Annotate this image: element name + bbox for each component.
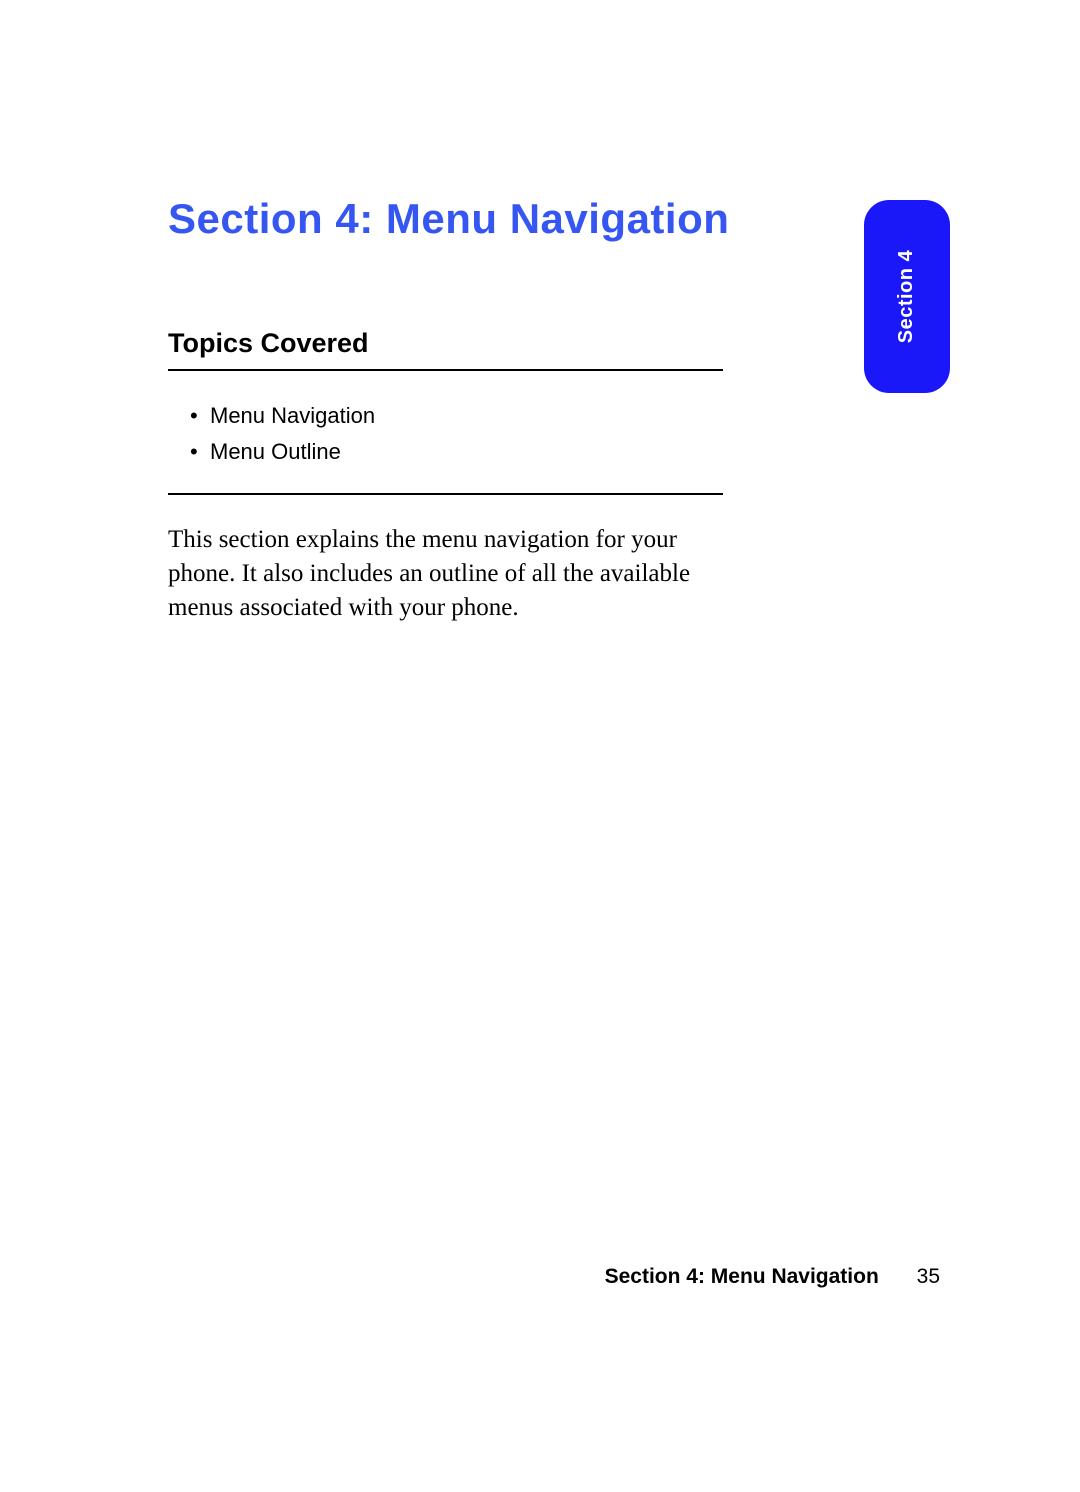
- section-tab-label: Section 4: [896, 250, 919, 343]
- footer-title: Section 4: Menu Navigation: [605, 1265, 879, 1288]
- topics-list-item: Menu Outline: [190, 439, 940, 465]
- divider-top: [168, 369, 723, 371]
- footer-page-number: 35: [917, 1265, 940, 1288]
- topics-heading: Topics Covered: [168, 328, 940, 359]
- section-tab: Section 4: [864, 200, 950, 393]
- divider-bottom: [168, 493, 723, 495]
- topics-list-item: Menu Navigation: [190, 403, 940, 429]
- body-paragraph: This section explains the menu navigatio…: [168, 523, 738, 625]
- section-title: Section 4: Menu Navigation: [168, 195, 940, 243]
- page-footer: Section 4: Menu Navigation 35: [0, 1265, 940, 1289]
- topics-list: Menu Navigation Menu Outline: [168, 403, 940, 465]
- page-container: Section 4: Menu Navigation Section 4 Top…: [0, 0, 1080, 625]
